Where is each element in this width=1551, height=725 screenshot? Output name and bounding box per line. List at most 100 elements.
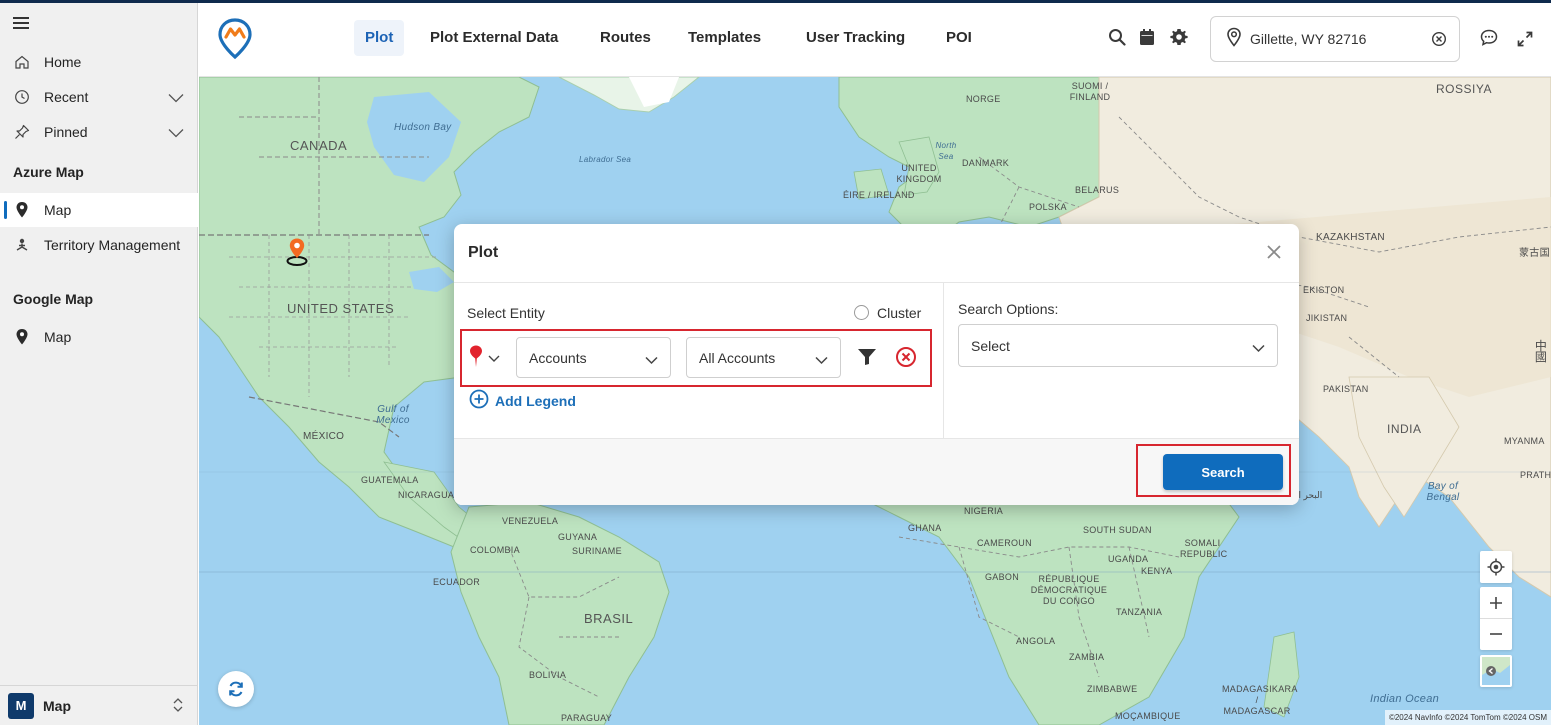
tab-templates[interactable]: Templates [677, 20, 772, 56]
map-label-hudson-bay: Hudson Bay [394, 122, 452, 133]
map-label-indian-ocean: Indian Ocean [1370, 693, 1440, 705]
map-label-brasil: BRASIL [584, 611, 634, 626]
select-entity-label: Select Entity [467, 305, 545, 321]
entity-select[interactable]: Accounts [516, 337, 671, 378]
map-label-tanzania: TANZANIA [1116, 607, 1163, 617]
map-label-suomi-finland: SUOMI / FINLAND [1069, 81, 1111, 102]
map-label-rossiya: ROSSIYA [1436, 82, 1492, 96]
location-search-box[interactable] [1210, 16, 1460, 62]
zoom-out-icon[interactable] [1480, 619, 1512, 650]
view-select[interactable]: All Accounts [686, 337, 841, 378]
add-legend-label: Add Legend [495, 392, 576, 409]
app-switcher[interactable]: M Map [0, 685, 198, 725]
remove-circle-icon[interactable] [895, 346, 917, 373]
refresh-icon[interactable] [218, 671, 254, 707]
chevron-down-icon [1252, 340, 1265, 356]
map-label-bolivia: BOLIVIA [529, 670, 567, 680]
map-attribution: ©2024 NavInfo ©2024 TomTom ©2024 OSM [1384, 710, 1551, 725]
add-legend-button[interactable]: Add Legend [469, 389, 576, 412]
pin-color-picker[interactable] [468, 344, 500, 373]
location-pin-icon [1226, 27, 1242, 52]
locate-icon[interactable] [1480, 551, 1512, 583]
sidebar-item-google-map[interactable]: Map [0, 320, 198, 354]
expand-icon[interactable] [1517, 31, 1533, 52]
map-marker-icon[interactable] [286, 237, 310, 272]
entity-select-value: Accounts [529, 349, 587, 366]
chevron-down-icon [815, 352, 828, 368]
map-label-danmark: DANMARK [962, 158, 1010, 168]
map-label-nicaragua: NICARAGUA [398, 490, 455, 500]
section-title-google-map: Google Map [13, 291, 94, 307]
tab-user-tracking[interactable]: User Tracking [795, 20, 916, 56]
map-style-icon[interactable] [1480, 655, 1512, 687]
map-label-gabon: GABON [985, 572, 1020, 582]
cluster-radio[interactable] [854, 305, 869, 320]
map-label-mongolia: 蒙古国 [1519, 248, 1550, 259]
map-label-gulf-of-mexico: Gulf of Mexico [376, 404, 410, 426]
location-input[interactable] [1250, 31, 1415, 47]
map-label-angola: ANGOLA [1016, 636, 1056, 646]
map-label-madagasikara: MADAGASIKARA / MADAGASCAR [1222, 684, 1298, 716]
map-label-pakistan: PAKISTAN [1323, 384, 1369, 394]
sidebar-item-pinned[interactable]: Pinned [0, 115, 198, 149]
map-label-zambia: ZAMBIA [1069, 652, 1105, 662]
dialog-divider [454, 282, 1299, 283]
clear-location-icon[interactable] [1431, 31, 1447, 52]
map-label-canada: CANADA [290, 138, 348, 153]
hamburger-icon[interactable] [13, 17, 29, 29]
sidebar-item-home[interactable]: Home [0, 45, 198, 79]
search-button[interactable]: Search [1163, 454, 1283, 490]
red-pin-icon [468, 344, 484, 373]
sidebar-item-territory-management[interactable]: Territory Management [0, 228, 198, 262]
search-options-select[interactable]: Select [958, 324, 1278, 367]
search-icon[interactable] [1108, 28, 1126, 51]
gear-icon[interactable] [1170, 28, 1188, 51]
chat-icon[interactable] [1480, 29, 1498, 51]
map-label-somali-republic: SOMALI REPUBLIC [1180, 538, 1228, 559]
tab-poi[interactable]: POI [935, 20, 983, 56]
calendar-icon[interactable] [1139, 28, 1155, 51]
filter-icon[interactable] [857, 348, 877, 371]
map-label-north-sea: North Sea [935, 141, 957, 161]
switch-area-icon[interactable] [172, 697, 184, 718]
dialog-title: Plot [468, 244, 499, 261]
map-label-ghana: GHANA [908, 523, 942, 533]
chevron-down-icon[interactable] [168, 90, 184, 106]
map-label-tajikistan: JIKISTAN [1306, 313, 1348, 323]
sidebar-item-label: Territory Management [44, 237, 181, 253]
sidebar-item-label: Pinned [44, 124, 88, 140]
maplytics-logo-icon[interactable] [217, 18, 253, 65]
sidebar-item-label: Recent [44, 89, 89, 105]
close-icon[interactable] [1267, 245, 1281, 264]
home-icon [12, 54, 32, 70]
tab-plot[interactable]: Plot [354, 20, 405, 56]
location-pin-icon [12, 201, 32, 219]
top-navigation: Plot Plot External Data Routes Templates… [199, 3, 1551, 77]
chevron-down-icon[interactable] [168, 125, 184, 141]
sidebar-item-recent[interactable]: Recent [0, 80, 198, 114]
map-label-belarus: BELARUS [1075, 185, 1120, 195]
sidebar: Home Recent Pinned Azure Map Map Territo… [0, 3, 198, 725]
map-label-kenya: KENYA [1141, 566, 1173, 576]
map-label-myanmar: MYANMA [1504, 436, 1545, 446]
top-accent-stripe [0, 0, 1551, 3]
map-label-bay-of-bengal: Bay of Bengal [1426, 481, 1460, 503]
zoom-control [1480, 587, 1512, 650]
clock-icon [12, 89, 32, 105]
view-select-value: All Accounts [699, 349, 776, 366]
location-pin-icon [12, 328, 32, 346]
sidebar-item-azure-map[interactable]: Map [0, 193, 198, 227]
map-label-norge: NORGE [966, 94, 1001, 104]
map-label-ekiston: EKISTON [1303, 285, 1345, 295]
tab-plot-external-data[interactable]: Plot External Data [419, 20, 569, 56]
pin-icon [12, 124, 32, 140]
map-label-labrador-sea: Labrador Sea [579, 155, 632, 164]
zoom-in-icon[interactable] [1480, 588, 1512, 619]
map-label-rdc: RÉPUBLIQUE DÉMOCRATIQUE DU CONGO [1030, 574, 1108, 606]
map-label-zimbabwe: ZIMBABWE [1087, 684, 1138, 694]
dialog-column-divider [943, 283, 944, 438]
map-label-polska: POLSKA [1029, 202, 1067, 212]
map-label-guatemala: GUATEMALA [361, 475, 419, 485]
tab-routes[interactable]: Routes [589, 20, 662, 56]
map-label-suriname: SURINAME [572, 546, 622, 556]
